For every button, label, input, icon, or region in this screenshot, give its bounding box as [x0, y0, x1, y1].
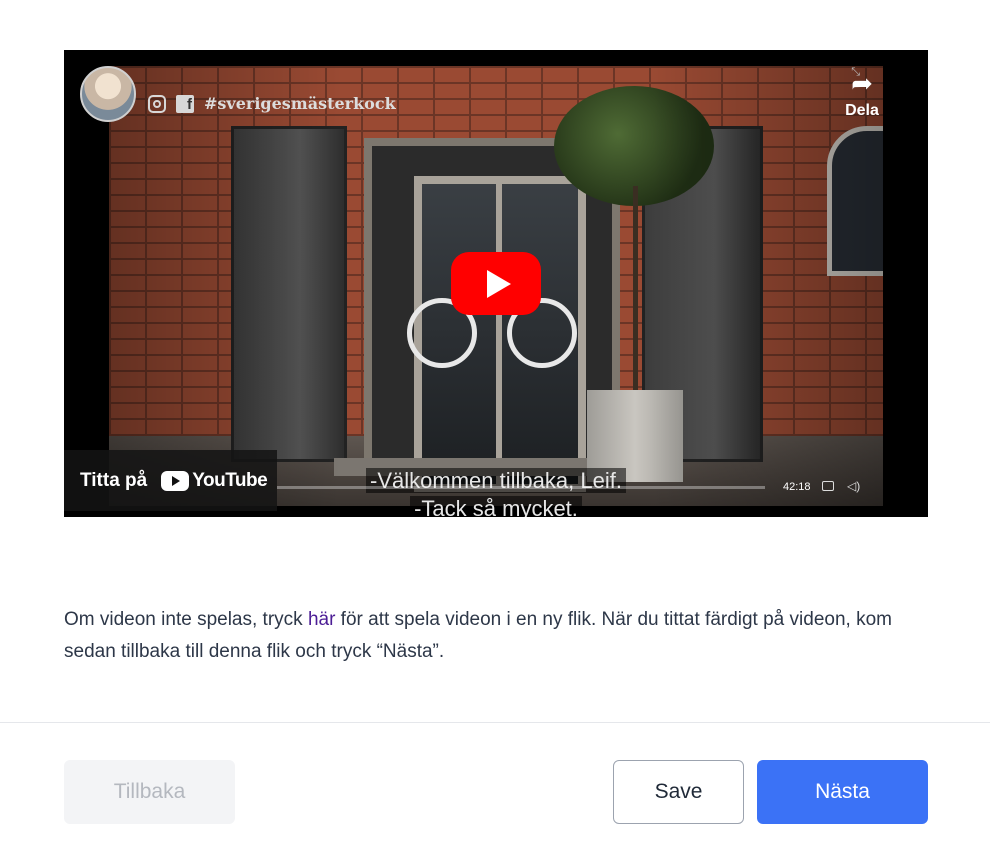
video-embed[interactable]: f #sverigesmästerkock ⤡ ➦ Dela -Välkomme… [64, 50, 928, 517]
captions-icon[interactable] [822, 481, 834, 491]
share-button[interactable]: ➦ Dela [838, 66, 886, 120]
channel-hashtag: #sverigesmästerkock [204, 94, 396, 113]
progress-bar[interactable] [277, 486, 765, 489]
save-button[interactable]: Save [613, 760, 744, 824]
open-video-link[interactable]: här [308, 609, 335, 630]
watch-on-label: Titta på [80, 469, 148, 491]
share-label: Dela [845, 102, 879, 119]
duration-label: 42:18 [783, 481, 811, 493]
volume-icon[interactable]: ◁) [847, 479, 860, 493]
play-button[interactable] [451, 252, 541, 315]
channel-overlay: f #sverigesmästerkock [148, 94, 396, 113]
youtube-play-icon [161, 470, 190, 491]
share-icon: ➦ [851, 68, 873, 98]
youtube-logo: YouTube [161, 469, 268, 492]
back-button[interactable]: Tillbaka [64, 760, 235, 824]
instructions-text: Om videon inte spelas, tryck här för att… [64, 609, 892, 662]
youtube-wordmark: YouTube [192, 469, 268, 491]
next-button[interactable]: Nästa [757, 760, 928, 824]
watch-on-youtube-button[interactable]: Titta på YouTube [64, 450, 277, 511]
footer-divider [0, 722, 990, 723]
facebook-icon: f [176, 94, 194, 113]
channel-avatar[interactable] [80, 66, 136, 122]
instagram-icon [148, 94, 166, 113]
